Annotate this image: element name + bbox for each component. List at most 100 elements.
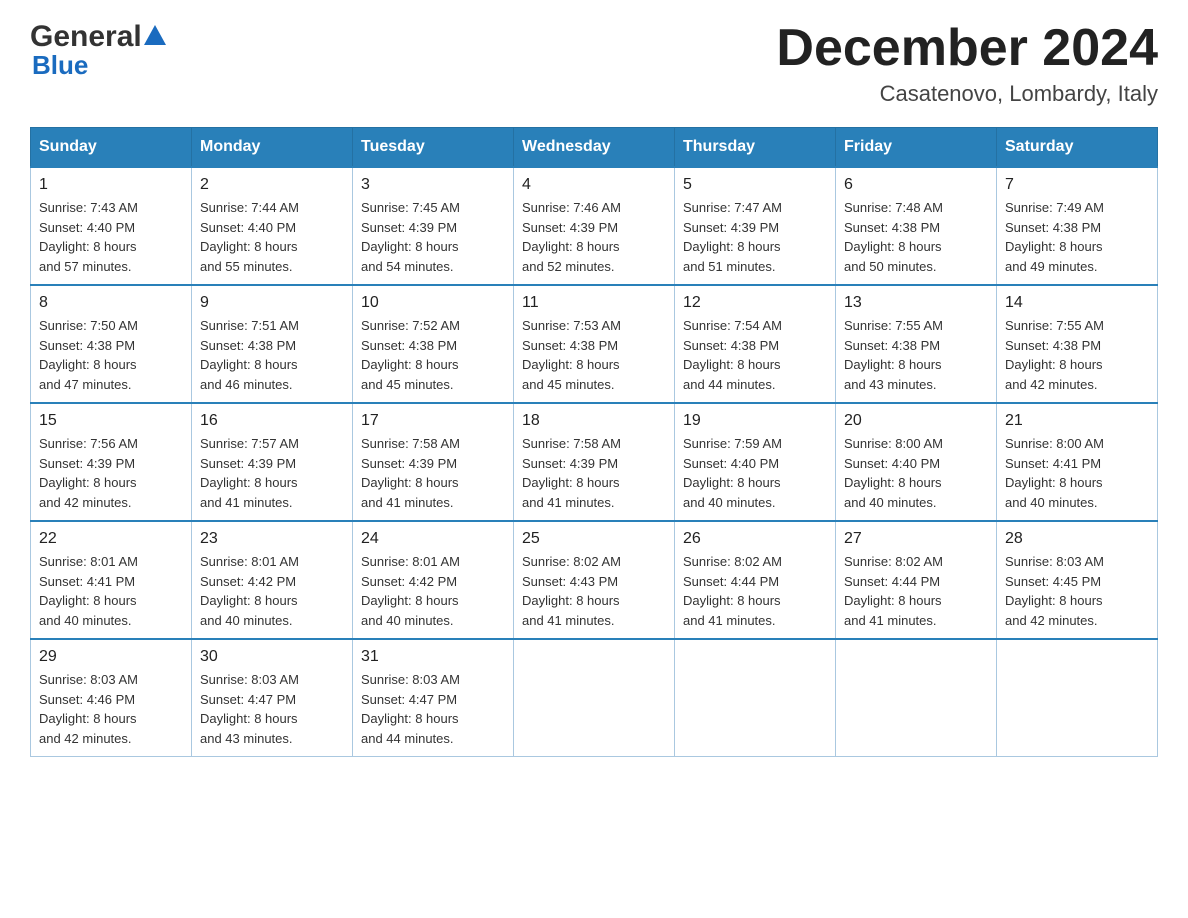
calendar-cell: 26 Sunrise: 8:02 AM Sunset: 4:44 PM Dayl… xyxy=(675,521,836,639)
calendar-cell: 16 Sunrise: 7:57 AM Sunset: 4:39 PM Dayl… xyxy=(192,403,353,521)
cell-content: 19 Sunrise: 7:59 AM Sunset: 4:40 PM Dayl… xyxy=(683,412,827,512)
cell-content: 21 Sunrise: 8:00 AM Sunset: 4:41 PM Dayl… xyxy=(1005,412,1149,512)
day-number: 2 xyxy=(200,176,344,194)
day-info: Sunrise: 8:00 AM Sunset: 4:40 PM Dayligh… xyxy=(844,434,988,512)
calendar-week-row: 1 Sunrise: 7:43 AM Sunset: 4:40 PM Dayli… xyxy=(31,167,1158,285)
cell-content: 16 Sunrise: 7:57 AM Sunset: 4:39 PM Dayl… xyxy=(200,412,344,512)
day-number: 25 xyxy=(522,530,666,548)
subtitle: Casatenovo, Lombardy, Italy xyxy=(776,81,1158,107)
day-number: 12 xyxy=(683,294,827,312)
day-info: Sunrise: 8:01 AM Sunset: 4:42 PM Dayligh… xyxy=(361,552,505,630)
day-number: 31 xyxy=(361,648,505,666)
day-info: Sunrise: 7:58 AM Sunset: 4:39 PM Dayligh… xyxy=(361,434,505,512)
day-info: Sunrise: 7:47 AM Sunset: 4:39 PM Dayligh… xyxy=(683,198,827,276)
calendar-cell: 1 Sunrise: 7:43 AM Sunset: 4:40 PM Dayli… xyxy=(31,167,192,285)
day-info: Sunrise: 8:02 AM Sunset: 4:44 PM Dayligh… xyxy=(844,552,988,630)
calendar-cell: 7 Sunrise: 7:49 AM Sunset: 4:38 PM Dayli… xyxy=(997,167,1158,285)
day-info: Sunrise: 7:46 AM Sunset: 4:39 PM Dayligh… xyxy=(522,198,666,276)
day-info: Sunrise: 7:45 AM Sunset: 4:39 PM Dayligh… xyxy=(361,198,505,276)
calendar-week-row: 15 Sunrise: 7:56 AM Sunset: 4:39 PM Dayl… xyxy=(31,403,1158,521)
calendar-header-row: SundayMondayTuesdayWednesdayThursdayFrid… xyxy=(31,128,1158,168)
day-info: Sunrise: 8:00 AM Sunset: 4:41 PM Dayligh… xyxy=(1005,434,1149,512)
day-number: 22 xyxy=(39,530,183,548)
day-info: Sunrise: 7:53 AM Sunset: 4:38 PM Dayligh… xyxy=(522,316,666,394)
day-info: Sunrise: 7:59 AM Sunset: 4:40 PM Dayligh… xyxy=(683,434,827,512)
cell-content: 30 Sunrise: 8:03 AM Sunset: 4:47 PM Dayl… xyxy=(200,648,344,748)
cell-content: 18 Sunrise: 7:58 AM Sunset: 4:39 PM Dayl… xyxy=(522,412,666,512)
day-header-friday: Friday xyxy=(836,128,997,168)
cell-content: 8 Sunrise: 7:50 AM Sunset: 4:38 PM Dayli… xyxy=(39,294,183,394)
day-info: Sunrise: 8:01 AM Sunset: 4:42 PM Dayligh… xyxy=(200,552,344,630)
day-number: 20 xyxy=(844,412,988,430)
cell-content: 28 Sunrise: 8:03 AM Sunset: 4:45 PM Dayl… xyxy=(1005,530,1149,630)
day-info: Sunrise: 8:03 AM Sunset: 4:46 PM Dayligh… xyxy=(39,670,183,748)
main-title: December 2024 xyxy=(776,20,1158,77)
logo-icon xyxy=(144,23,166,51)
calendar-cell: 31 Sunrise: 8:03 AM Sunset: 4:47 PM Dayl… xyxy=(353,639,514,757)
calendar-cell: 19 Sunrise: 7:59 AM Sunset: 4:40 PM Dayl… xyxy=(675,403,836,521)
day-info: Sunrise: 7:58 AM Sunset: 4:39 PM Dayligh… xyxy=(522,434,666,512)
calendar-cell: 23 Sunrise: 8:01 AM Sunset: 4:42 PM Dayl… xyxy=(192,521,353,639)
day-info: Sunrise: 7:48 AM Sunset: 4:38 PM Dayligh… xyxy=(844,198,988,276)
cell-content: 9 Sunrise: 7:51 AM Sunset: 4:38 PM Dayli… xyxy=(200,294,344,394)
day-number: 16 xyxy=(200,412,344,430)
calendar-cell: 8 Sunrise: 7:50 AM Sunset: 4:38 PM Dayli… xyxy=(31,285,192,403)
calendar-cell: 21 Sunrise: 8:00 AM Sunset: 4:41 PM Dayl… xyxy=(997,403,1158,521)
cell-content: 11 Sunrise: 7:53 AM Sunset: 4:38 PM Dayl… xyxy=(522,294,666,394)
day-number: 26 xyxy=(683,530,827,548)
cell-content: 29 Sunrise: 8:03 AM Sunset: 4:46 PM Dayl… xyxy=(39,648,183,748)
day-info: Sunrise: 7:55 AM Sunset: 4:38 PM Dayligh… xyxy=(1005,316,1149,394)
calendar-cell: 28 Sunrise: 8:03 AM Sunset: 4:45 PM Dayl… xyxy=(997,521,1158,639)
day-number: 1 xyxy=(39,176,183,194)
day-info: Sunrise: 8:02 AM Sunset: 4:43 PM Dayligh… xyxy=(522,552,666,630)
cell-content: 23 Sunrise: 8:01 AM Sunset: 4:42 PM Dayl… xyxy=(200,530,344,630)
cell-content: 27 Sunrise: 8:02 AM Sunset: 4:44 PM Dayl… xyxy=(844,530,988,630)
cell-content: 1 Sunrise: 7:43 AM Sunset: 4:40 PM Dayli… xyxy=(39,176,183,276)
day-number: 3 xyxy=(361,176,505,194)
day-header-thursday: Thursday xyxy=(675,128,836,168)
logo-general-text: General xyxy=(30,20,142,54)
day-number: 11 xyxy=(522,294,666,312)
calendar-cell: 13 Sunrise: 7:55 AM Sunset: 4:38 PM Dayl… xyxy=(836,285,997,403)
day-info: Sunrise: 7:54 AM Sunset: 4:38 PM Dayligh… xyxy=(683,316,827,394)
day-number: 29 xyxy=(39,648,183,666)
day-header-tuesday: Tuesday xyxy=(353,128,514,168)
day-info: Sunrise: 7:52 AM Sunset: 4:38 PM Dayligh… xyxy=(361,316,505,394)
day-info: Sunrise: 7:57 AM Sunset: 4:39 PM Dayligh… xyxy=(200,434,344,512)
day-number: 19 xyxy=(683,412,827,430)
day-number: 30 xyxy=(200,648,344,666)
day-number: 17 xyxy=(361,412,505,430)
day-info: Sunrise: 7:49 AM Sunset: 4:38 PM Dayligh… xyxy=(1005,198,1149,276)
calendar-cell: 17 Sunrise: 7:58 AM Sunset: 4:39 PM Dayl… xyxy=(353,403,514,521)
day-header-sunday: Sunday xyxy=(31,128,192,168)
cell-content: 12 Sunrise: 7:54 AM Sunset: 4:38 PM Dayl… xyxy=(683,294,827,394)
day-number: 21 xyxy=(1005,412,1149,430)
day-info: Sunrise: 8:03 AM Sunset: 4:45 PM Dayligh… xyxy=(1005,552,1149,630)
day-number: 18 xyxy=(522,412,666,430)
day-number: 5 xyxy=(683,176,827,194)
calendar-cell: 30 Sunrise: 8:03 AM Sunset: 4:47 PM Dayl… xyxy=(192,639,353,757)
day-info: Sunrise: 7:55 AM Sunset: 4:38 PM Dayligh… xyxy=(844,316,988,394)
day-number: 23 xyxy=(200,530,344,548)
day-number: 24 xyxy=(361,530,505,548)
logo: General Blue xyxy=(30,20,166,81)
calendar-week-row: 29 Sunrise: 8:03 AM Sunset: 4:46 PM Dayl… xyxy=(31,639,1158,757)
day-info: Sunrise: 7:44 AM Sunset: 4:40 PM Dayligh… xyxy=(200,198,344,276)
title-block: December 2024 Casatenovo, Lombardy, Ital… xyxy=(776,20,1158,107)
day-info: Sunrise: 7:51 AM Sunset: 4:38 PM Dayligh… xyxy=(200,316,344,394)
cell-content: 6 Sunrise: 7:48 AM Sunset: 4:38 PM Dayli… xyxy=(844,176,988,276)
calendar-cell: 10 Sunrise: 7:52 AM Sunset: 4:38 PM Dayl… xyxy=(353,285,514,403)
day-info: Sunrise: 8:03 AM Sunset: 4:47 PM Dayligh… xyxy=(361,670,505,748)
calendar-cell: 9 Sunrise: 7:51 AM Sunset: 4:38 PM Dayli… xyxy=(192,285,353,403)
cell-content: 3 Sunrise: 7:45 AM Sunset: 4:39 PM Dayli… xyxy=(361,176,505,276)
day-number: 14 xyxy=(1005,294,1149,312)
calendar-cell: 6 Sunrise: 7:48 AM Sunset: 4:38 PM Dayli… xyxy=(836,167,997,285)
day-info: Sunrise: 7:43 AM Sunset: 4:40 PM Dayligh… xyxy=(39,198,183,276)
calendar-cell: 5 Sunrise: 7:47 AM Sunset: 4:39 PM Dayli… xyxy=(675,167,836,285)
page-header: General Blue December 2024 Casatenovo, L… xyxy=(30,20,1158,107)
calendar-cell: 24 Sunrise: 8:01 AM Sunset: 4:42 PM Dayl… xyxy=(353,521,514,639)
day-info: Sunrise: 8:01 AM Sunset: 4:41 PM Dayligh… xyxy=(39,552,183,630)
cell-content: 4 Sunrise: 7:46 AM Sunset: 4:39 PM Dayli… xyxy=(522,176,666,276)
cell-content: 5 Sunrise: 7:47 AM Sunset: 4:39 PM Dayli… xyxy=(683,176,827,276)
cell-content: 26 Sunrise: 8:02 AM Sunset: 4:44 PM Dayl… xyxy=(683,530,827,630)
